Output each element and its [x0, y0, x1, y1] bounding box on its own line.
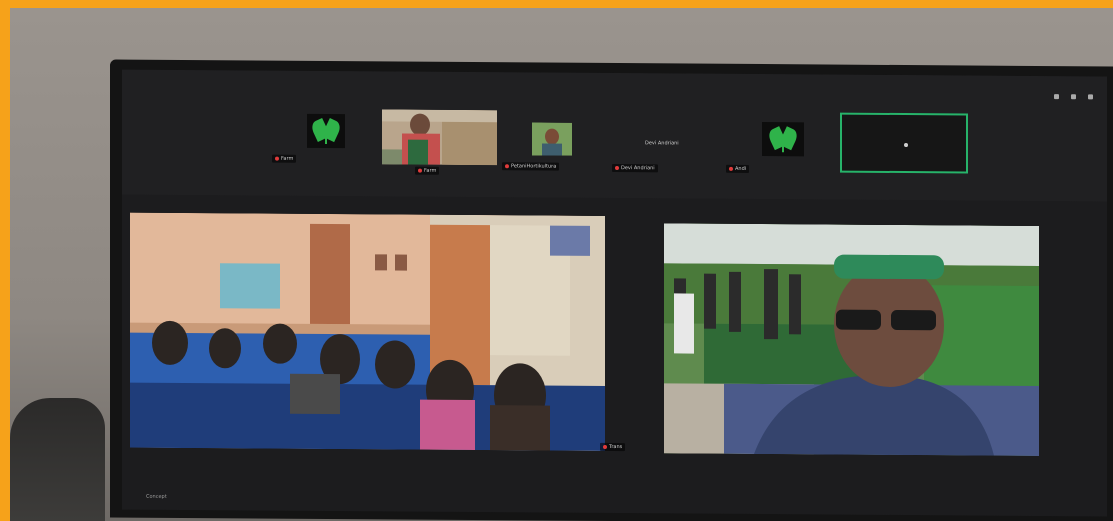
participant-video [532, 122, 572, 156]
participant-tile-video[interactable] [532, 122, 572, 156]
mic-muted-icon [275, 156, 279, 161]
video-call-screen: Farm Farm PetaniHortikultura Devi Andria… [122, 69, 1107, 517]
participant-tile-logo[interactable] [762, 122, 804, 157]
participant-name: PetaniHortikultura [502, 162, 560, 171]
taskbar-label: Concept [146, 493, 167, 500]
participant-tile-logo[interactable] [307, 113, 345, 149]
participant-name: Andi [726, 164, 750, 173]
group-meeting-video [130, 212, 605, 451]
monitor: Farm Farm PetaniHortikultura Devi Andria… [110, 59, 1113, 521]
close-icon[interactable] [1088, 94, 1093, 100]
participant-name: Farm [415, 166, 440, 175]
leaf-logo-icon [770, 126, 796, 153]
participant-name: Farm [272, 154, 297, 163]
main-video-group[interactable] [130, 212, 605, 451]
leaf-logo-icon [313, 118, 339, 145]
participant-name: Devi Andriani [612, 164, 658, 173]
window-controls [1054, 94, 1093, 100]
participant-name-center: Devi Andriani [645, 140, 679, 147]
main-video-field[interactable] [664, 223, 1039, 456]
maximize-icon[interactable] [1071, 94, 1076, 100]
field-video [664, 223, 1039, 456]
person-silhouette [10, 398, 105, 521]
speaker-indicator-icon [904, 143, 908, 148]
photo-background: Farm Farm PetaniHortikultura Devi Andria… [10, 8, 1113, 521]
farmer-video [382, 109, 497, 166]
active-speaker-tile[interactable] [840, 112, 968, 174]
participant-tile-video[interactable] [382, 109, 497, 166]
participant-name: Trans [600, 442, 626, 452]
minimize-icon[interactable] [1054, 94, 1059, 100]
